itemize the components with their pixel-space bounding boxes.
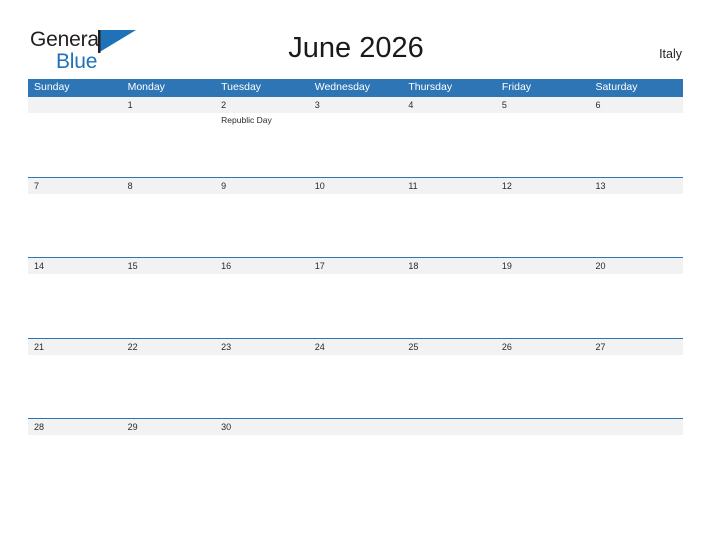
day-event [122,113,216,173]
day-event [309,194,403,254]
week-row: 14 15 16 17 18 19 20 [28,257,683,338]
week-row: 28 29 30 [28,418,683,440]
day-number[interactable]: 26 [496,339,590,355]
day-number[interactable]: 30 [215,419,309,435]
day-number[interactable] [402,419,496,435]
weekday-header-wednesday: Wednesday [314,81,370,93]
day-event [496,355,590,415]
day-number[interactable]: 7 [28,178,122,194]
calendar-grid: Sunday Monday Tuesday Wednesday Thursday… [28,79,683,440]
weekday-header-tuesday: Tuesday [221,81,262,93]
day-event [589,194,683,254]
day-event [402,194,496,254]
day-event-holiday: Republic Day [221,115,272,125]
day-number[interactable]: 18 [402,258,496,274]
week-event-strip [28,193,683,254]
country-label: Italy [659,47,682,61]
day-number[interactable]: 21 [28,339,122,355]
day-number[interactable]: 25 [402,339,496,355]
day-event [402,113,496,173]
day-number[interactable]: 2 [215,97,309,113]
day-event [589,274,683,334]
day-event [28,113,122,173]
day-event [402,355,496,415]
day-number[interactable]: 15 [122,258,216,274]
week-row: 7 8 9 10 11 12 13 [28,176,683,258]
day-number[interactable]: 28 [28,419,122,435]
day-event [496,274,590,334]
day-number[interactable]: 1 [122,97,216,113]
page-header: General Blue June 2026 Italy [0,0,712,78]
day-number[interactable]: 10 [309,178,403,194]
day-event [496,194,590,254]
week-date-strip: 1 2 3 4 5 6 [28,97,683,113]
day-event [28,274,122,334]
week-date-strip: 14 15 16 17 18 19 20 [28,258,683,274]
week-row: 1 2 3 4 5 6 Republic Day [28,96,683,177]
day-event [28,194,122,254]
day-number[interactable]: 8 [122,178,216,194]
week-event-strip: Republic Day [28,113,683,173]
day-number[interactable]: 6 [589,97,683,113]
day-event [589,355,683,415]
day-number[interactable]: 13 [589,178,683,194]
weekday-header-row: Sunday Monday Tuesday Wednesday Thursday… [28,79,683,96]
day-number[interactable]: 12 [496,178,590,194]
day-event [309,113,403,173]
weekday-header-sunday: Sunday [34,81,70,93]
weekday-header-friday: Friday [501,81,532,93]
week-date-strip: 7 8 9 10 11 12 13 [28,177,683,194]
day-event [589,113,683,173]
day-number[interactable]: 9 [215,178,309,194]
weekday-header-saturday: Saturday [595,81,638,93]
day-event [309,355,403,415]
day-number[interactable]: 19 [496,258,590,274]
day-number[interactable]: 24 [309,339,403,355]
day-number[interactable]: 14 [28,258,122,274]
day-event [215,274,309,334]
day-number[interactable]: 20 [589,258,683,274]
weekday-header-monday: Monday [127,81,165,93]
week-event-strip [28,274,683,334]
day-event [309,274,403,334]
page-title: June 2026 [288,32,424,64]
day-event [122,355,216,415]
day-number[interactable]: 11 [402,178,496,194]
day-number[interactable]: 23 [215,339,309,355]
day-number[interactable] [589,419,683,435]
day-number[interactable] [28,97,122,113]
day-number[interactable]: 5 [496,97,590,113]
day-event [122,274,216,334]
day-number[interactable]: 3 [309,97,403,113]
day-number[interactable]: 27 [589,339,683,355]
day-number[interactable]: 17 [309,258,403,274]
week-row: 21 22 23 24 25 26 27 [28,337,683,419]
day-number[interactable]: 4 [402,97,496,113]
day-number[interactable]: 29 [122,419,216,435]
week-date-strip: 28 29 30 [28,419,683,435]
day-event [28,355,122,415]
day-number[interactable] [496,419,590,435]
day-event [496,113,590,173]
week-date-strip: 21 22 23 24 25 26 27 [28,338,683,355]
weekday-header-thursday: Thursday [408,81,453,93]
day-number[interactable] [309,419,403,435]
day-event [122,194,216,254]
day-number[interactable]: 16 [215,258,309,274]
day-event [402,274,496,334]
week-event-strip [28,354,683,415]
day-event [215,194,309,254]
day-event [215,355,309,415]
day-number[interactable]: 22 [122,339,216,355]
